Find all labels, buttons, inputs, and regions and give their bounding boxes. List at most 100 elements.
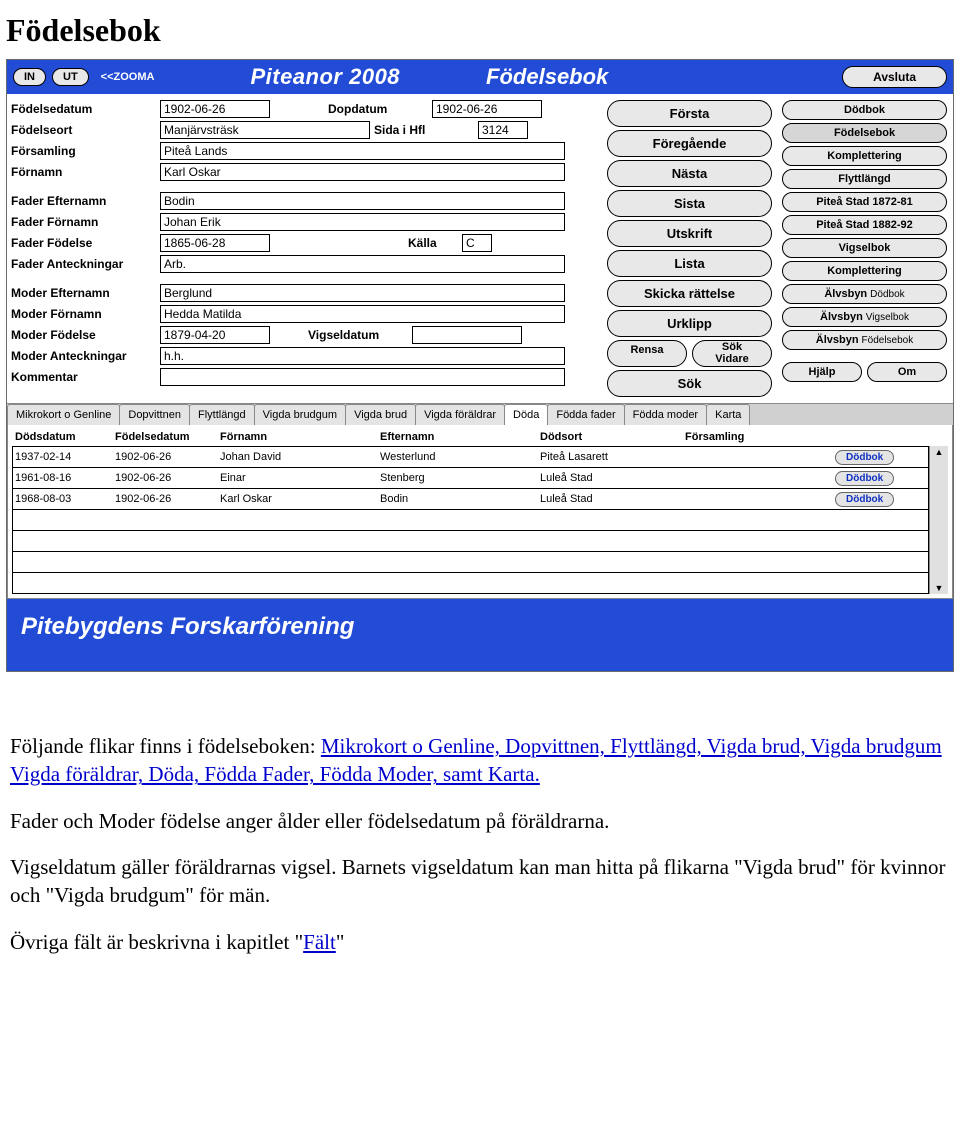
- input-moder-fornamn[interactable]: [160, 305, 565, 323]
- label-moder-ant: Moder Anteckningar: [11, 349, 156, 363]
- label-kalla: Källa: [408, 236, 458, 250]
- input-fodelsedatum[interactable]: [160, 100, 270, 118]
- main-panel: Födelsedatum Dopdatum Födelseort Sida i …: [7, 94, 953, 403]
- table-row[interactable]: 1968-08-031902-06-26Karl OskarBodinLuleå…: [13, 489, 928, 509]
- tab-vigda-brudgum[interactable]: Vigda brudgum: [254, 404, 346, 425]
- tab-vigda-brud[interactable]: Vigda brud: [345, 404, 416, 425]
- tab-d-da[interactable]: Döda: [504, 404, 548, 425]
- link-komplettering[interactable]: Komplettering: [782, 146, 947, 166]
- table-row[interactable]: 1937-02-141902-06-26Johan DavidWesterlun…: [13, 447, 928, 468]
- links-column: Dödbok Födelsebok Komplettering Flyttlän…: [776, 94, 953, 388]
- zoom-out-button[interactable]: UT: [52, 68, 89, 86]
- label-fornamn: Förnamn: [11, 165, 156, 179]
- input-fader-fornamn[interactable]: [160, 213, 565, 231]
- table-row: [13, 531, 928, 552]
- label-moder-efternamn: Moder Efternamn: [11, 286, 156, 300]
- link-komplettering-2[interactable]: Komplettering: [782, 261, 947, 281]
- input-moder-ant[interactable]: [160, 347, 565, 365]
- tab-flyttl-ngd[interactable]: Flyttlängd: [189, 404, 255, 425]
- link-pitea-stad-1[interactable]: Piteå Stad 1872-81: [782, 192, 947, 212]
- clear-button[interactable]: Rensa: [607, 340, 687, 367]
- scroll-down-icon[interactable]: ▼: [935, 582, 944, 594]
- row-dodbok-button[interactable]: Dödbok: [835, 471, 894, 486]
- link-flyttlangd[interactable]: Flyttlängd: [782, 169, 947, 189]
- link-alvsbyn-dodbok[interactable]: ÄlvsbynDödbok: [782, 284, 947, 304]
- input-kommentar[interactable]: [160, 368, 565, 386]
- next-button[interactable]: Nästa: [607, 160, 772, 187]
- label-moder-fornamn: Moder Förnamn: [11, 307, 156, 321]
- link-alvsbyn-vigselbok[interactable]: ÄlvsbynVigselbok: [782, 307, 947, 327]
- link-alvsbyn-fodelsebok[interactable]: ÄlvsbynFödelsebok: [782, 330, 947, 350]
- link-vigselbok[interactable]: Vigselbok: [782, 238, 947, 258]
- tab-karta[interactable]: Karta: [706, 404, 750, 425]
- row-dodbok-button[interactable]: Dödbok: [835, 492, 894, 507]
- table-row: [13, 573, 928, 593]
- tab-f-dda-moder[interactable]: Födda moder: [624, 404, 707, 425]
- grid-body: 1937-02-141902-06-26Johan DavidWesterlun…: [12, 446, 929, 510]
- app-window: IN UT <<ZOOMA Piteanor 2008 Födelsebok A…: [6, 59, 954, 672]
- list-button[interactable]: Lista: [607, 250, 772, 277]
- input-fornamn[interactable]: [160, 163, 565, 181]
- search-next-button[interactable]: Sök Vidare: [692, 340, 772, 367]
- label-fader-fodelse: Fader Födelse: [11, 236, 156, 250]
- scroll-up-icon[interactable]: ▲: [935, 446, 944, 458]
- nav-column: Första Föregående Nästa Sista Utskrift L…: [603, 94, 776, 403]
- col-fodelsedatum: Födelsedatum: [115, 431, 220, 443]
- first-button[interactable]: Första: [607, 100, 772, 127]
- input-sida[interactable]: [478, 121, 528, 139]
- label-forsamling: Församling: [11, 144, 156, 158]
- title-bar: IN UT <<ZOOMA Piteanor 2008 Födelsebok A…: [7, 60, 953, 94]
- input-dopdatum[interactable]: [432, 100, 542, 118]
- prev-button[interactable]: Föregående: [607, 130, 772, 157]
- tab-f-dda-fader[interactable]: Födda fader: [547, 404, 624, 425]
- input-fodelseort[interactable]: [160, 121, 370, 139]
- input-kalla[interactable]: [462, 234, 492, 252]
- input-fader-ant[interactable]: [160, 255, 565, 273]
- tab-content: Dödsdatum Födelsedatum Förnamn Efternamn…: [7, 425, 953, 599]
- about-button[interactable]: Om: [867, 362, 947, 382]
- table-row: [13, 552, 928, 573]
- send-correction-button[interactable]: Skicka rättelse: [607, 280, 772, 307]
- label-dopdatum: Dopdatum: [328, 102, 428, 116]
- input-fader-fodelse[interactable]: [160, 234, 270, 252]
- tab-bar: Mikrokort o GenlineDopvittnenFlyttlängdV…: [7, 403, 953, 425]
- col-dodsort: Dödsort: [540, 431, 685, 443]
- label-fader-fornamn: Fader Förnamn: [11, 215, 156, 229]
- form-column: Födelsedatum Dopdatum Födelseort Sida i …: [7, 94, 603, 391]
- paragraph-4: Övriga fält är beskrivna i kapitlet "Fäl…: [10, 928, 950, 956]
- label-fader-ant: Fader Anteckningar: [11, 257, 156, 271]
- help-button[interactable]: Hjälp: [782, 362, 862, 382]
- label-fodelsedatum: Födelsedatum: [11, 102, 156, 116]
- col-forsamling: Församling: [685, 431, 835, 443]
- row-dodbok-button[interactable]: Dödbok: [835, 450, 894, 465]
- link-dodbok[interactable]: Dödbok: [782, 100, 947, 120]
- label-fader-efternamn: Fader Efternamn: [11, 194, 156, 208]
- label-sida: Sida i Hfl: [374, 123, 474, 137]
- tab-mikrokort-o-genline[interactable]: Mikrokort o Genline: [7, 404, 120, 425]
- scrollbar[interactable]: ▲ ▼: [929, 446, 948, 594]
- link-fodelsebok[interactable]: Födelsebok: [782, 123, 947, 143]
- app-section-title: Födelsebok: [486, 64, 608, 90]
- paragraph-2: Fader och Moder födelse anger ålder elle…: [10, 807, 950, 835]
- input-moder-fodelse[interactable]: [160, 326, 270, 344]
- table-row[interactable]: 1961-08-161902-06-26EinarStenbergLuleå S…: [13, 468, 928, 489]
- input-vigseldatum[interactable]: [412, 326, 522, 344]
- label-fodelseort: Födelseort: [11, 123, 156, 137]
- tab-dopvittnen[interactable]: Dopvittnen: [119, 404, 190, 425]
- link-pitea-stad-2[interactable]: Piteå Stad 1882-92: [782, 215, 947, 235]
- footer-title: Pitebygdens Forskarförening: [7, 599, 953, 671]
- clipboard-button[interactable]: Urklipp: [607, 310, 772, 337]
- tab-vigda-f-r-ldrar[interactable]: Vigda föräldrar: [415, 404, 505, 425]
- col-dodsdatum: Dödsdatum: [15, 431, 115, 443]
- quit-button[interactable]: Avsluta: [842, 66, 947, 88]
- print-button[interactable]: Utskrift: [607, 220, 772, 247]
- input-moder-efternamn[interactable]: [160, 284, 565, 302]
- last-button[interactable]: Sista: [607, 190, 772, 217]
- input-fader-efternamn[interactable]: [160, 192, 565, 210]
- input-forsamling[interactable]: [160, 142, 565, 160]
- link-falt[interactable]: Fält: [303, 930, 336, 954]
- zoom-in-button[interactable]: IN: [13, 68, 46, 86]
- paragraph-1: Följande flikar finns i födelseboken: Mi…: [10, 732, 950, 789]
- grid-header: Dödsdatum Födelsedatum Förnamn Efternamn…: [12, 431, 948, 446]
- search-button[interactable]: Sök: [607, 370, 772, 397]
